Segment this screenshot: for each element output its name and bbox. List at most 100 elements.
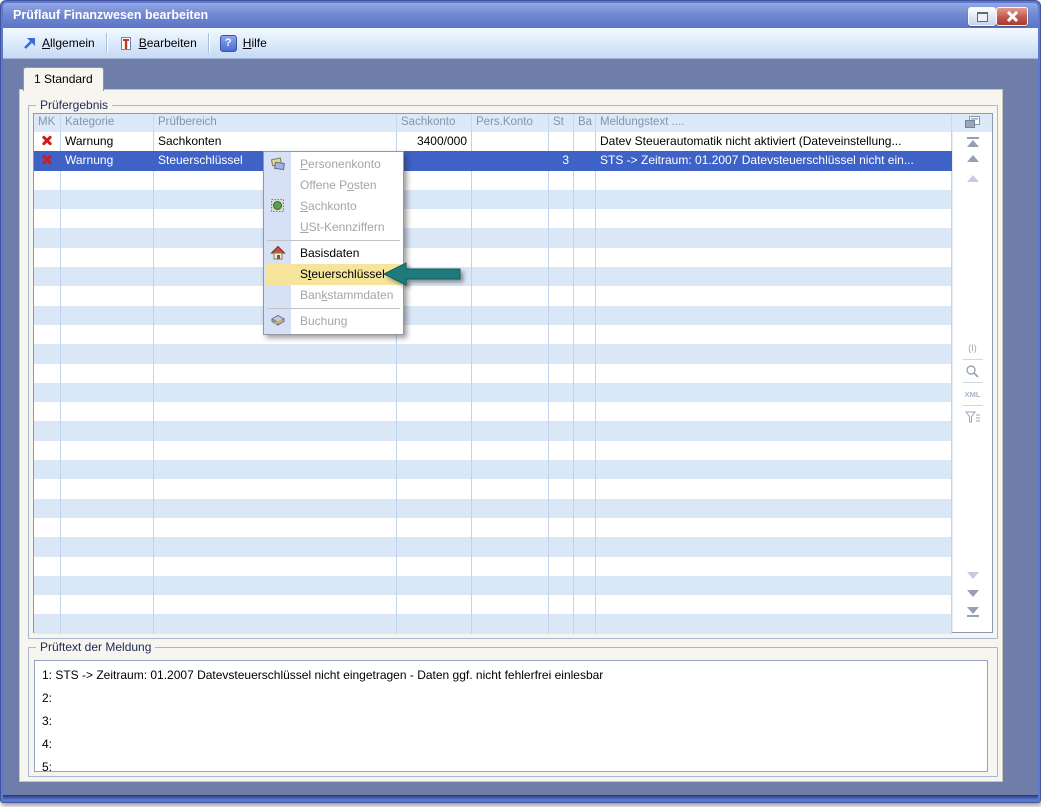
help-icon: ? xyxy=(220,35,237,52)
table-row-empty[interactable] xyxy=(34,190,952,209)
cell-pruefbereich xyxy=(154,499,397,518)
cell-mk xyxy=(34,344,61,363)
message-text-area: 1: STS -> Zeitraum: 01.2007 Datevsteuers… xyxy=(34,660,988,772)
column-header-kategorie[interactable]: Kategorie xyxy=(61,114,154,132)
cell-st xyxy=(549,171,574,190)
table-row-empty[interactable] xyxy=(34,286,952,305)
scroll-to-top-icon[interactable] xyxy=(967,136,979,147)
table-row-empty[interactable] xyxy=(34,364,952,383)
filter-icon[interactable] xyxy=(963,406,983,428)
page-up-icon[interactable] xyxy=(967,175,979,182)
page-down-icon[interactable] xyxy=(967,572,979,579)
column-header-st[interactable]: St xyxy=(549,114,574,132)
restore-button[interactable] xyxy=(968,7,996,26)
table-row-empty[interactable] xyxy=(34,344,952,363)
cell-kategorie xyxy=(61,286,154,305)
cell-mk xyxy=(34,557,61,576)
table-row-empty[interactable] xyxy=(34,614,952,633)
close-button[interactable] xyxy=(996,7,1028,26)
cell-pruefbereich xyxy=(154,537,397,556)
cell-ba xyxy=(574,383,596,402)
table-row-2[interactable]: WarnungSteuerschlüssel3STS -> Zeitraum: … xyxy=(34,151,952,170)
table-row-empty[interactable] xyxy=(34,171,952,190)
error-x-icon xyxy=(41,153,53,165)
column-header-meldungstext[interactable]: Meldungstext .... xyxy=(596,114,952,132)
table-row-empty[interactable] xyxy=(34,441,952,460)
cell-sachkonto xyxy=(397,595,472,614)
cell-ba xyxy=(574,614,596,633)
toolbar-button-bearbeiten[interactable]: Bearbeiten xyxy=(109,33,206,54)
titlebar[interactable]: Prüflauf Finanzwesen bearbeiten xyxy=(3,3,1038,28)
table-row-empty[interactable] xyxy=(34,518,952,537)
cell-st xyxy=(549,595,574,614)
brackets-icon[interactable]: (I) xyxy=(963,337,983,360)
grid-rows: WarnungSachkonten3400/000Datev Steueraut… xyxy=(34,132,952,632)
menu-item-label: Steuerschlüssel xyxy=(300,267,385,281)
cell-perskonto xyxy=(472,421,549,440)
cell-meldungstext xyxy=(596,190,952,209)
cell-sachkonto xyxy=(397,286,472,305)
cell-kategorie xyxy=(61,518,154,537)
cell-kategorie xyxy=(61,306,154,325)
table-row-empty[interactable] xyxy=(34,383,952,402)
cell-perskonto xyxy=(472,557,549,576)
table-row-empty[interactable] xyxy=(34,402,952,421)
table-row-empty[interactable] xyxy=(34,421,952,440)
cell-sachkonto xyxy=(397,190,472,209)
cell-ba xyxy=(574,421,596,440)
move-down-icon[interactable] xyxy=(967,590,979,597)
toolbar-button-allgemein[interactable]: Allgemein xyxy=(13,33,104,53)
edit-document-icon xyxy=(118,36,133,51)
scroll-to-bottom-icon[interactable] xyxy=(967,607,979,618)
toolbar-button-hilfe[interactable]: ?Hilfe xyxy=(211,32,276,55)
search-icon[interactable] xyxy=(963,360,983,383)
cell-pruefbereich xyxy=(154,344,397,363)
table-row-empty[interactable] xyxy=(34,306,952,325)
cell-mk xyxy=(34,479,61,498)
table-row-empty[interactable] xyxy=(34,209,952,228)
cell-sachkonto xyxy=(397,306,472,325)
cell-kategorie xyxy=(61,228,154,247)
cell-kategorie xyxy=(61,576,154,595)
cell-st xyxy=(549,209,574,228)
xml-icon[interactable]: XML xyxy=(963,383,983,406)
table-row-empty[interactable] xyxy=(34,537,952,556)
column-header-ba[interactable]: Ba xyxy=(574,114,596,132)
cell-meldungstext xyxy=(596,209,952,228)
cell-kategorie xyxy=(61,595,154,614)
callout-arrow xyxy=(382,260,466,288)
cell-perskonto xyxy=(472,344,549,363)
table-row-1[interactable]: WarnungSachkonten3400/000Datev Steueraut… xyxy=(34,132,952,151)
table-row-empty[interactable] xyxy=(34,267,952,286)
column-header-perskonto[interactable]: Pers.Konto xyxy=(472,114,549,132)
table-row-empty[interactable] xyxy=(34,576,952,595)
grid-tool-group: (I) XML xyxy=(963,337,983,428)
columns-icon[interactable] xyxy=(964,115,981,132)
cell-pruefbereich: Sachkonten xyxy=(154,132,397,151)
table-row-empty[interactable] xyxy=(34,325,952,344)
cell-kategorie xyxy=(61,557,154,576)
column-header-sachkonto[interactable]: Sachkonto xyxy=(397,114,472,132)
column-header-pruefbereich[interactable]: Prüfbereich xyxy=(154,114,397,132)
cell-meldungstext: STS -> Zeitraum: 01.2007 Datevsteuerschl… xyxy=(596,151,952,170)
booking-icon xyxy=(270,313,286,329)
message-groupbox: Prüftext der Meldung 1: STS -> Zeitraum:… xyxy=(28,647,998,777)
cell-kategorie xyxy=(61,441,154,460)
cell-mk xyxy=(34,267,61,286)
cell-ba xyxy=(574,479,596,498)
message-line-2: 2: xyxy=(35,687,987,710)
table-row-empty[interactable] xyxy=(34,499,952,518)
tab-standard[interactable]: 1 Standard xyxy=(23,67,104,91)
table-row-empty[interactable] xyxy=(34,595,952,614)
table-row-empty[interactable] xyxy=(34,557,952,576)
cell-meldungstext xyxy=(596,248,952,267)
cell-st xyxy=(549,267,574,286)
table-row-empty[interactable] xyxy=(34,460,952,479)
column-header-mk[interactable]: MK xyxy=(34,114,61,132)
table-row-empty[interactable] xyxy=(34,248,952,267)
move-up-icon[interactable] xyxy=(967,155,979,162)
table-row-empty[interactable] xyxy=(34,228,952,247)
cell-perskonto xyxy=(472,325,549,344)
cell-kategorie xyxy=(61,267,154,286)
table-row-empty[interactable] xyxy=(34,479,952,498)
